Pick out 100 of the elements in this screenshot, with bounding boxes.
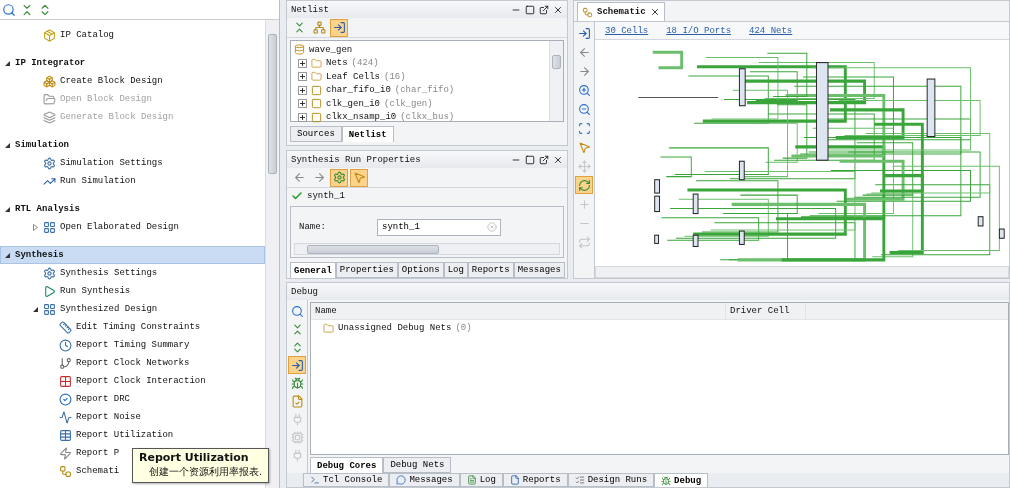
section-title: RTL Analysis (15, 204, 80, 214)
nav-item[interactable]: Report Clock Networks (76, 358, 190, 368)
scrollbar[interactable] (265, 20, 279, 488)
tab[interactable]: Reports (502, 473, 568, 487)
tab[interactable]: Debug Nets (383, 457, 452, 473)
expand-arrow-icon[interactable] (3, 251, 11, 259)
section-title: Synthesis (15, 250, 64, 260)
expand-icon[interactable] (298, 72, 307, 82)
tab[interactable]: Properties (335, 262, 398, 278)
tab[interactable]: Log (443, 262, 468, 278)
tab[interactable]: Options (397, 262, 444, 278)
expand-arrow-icon[interactable] (31, 305, 39, 313)
check-icon (291, 190, 303, 202)
maximize-icon[interactable] (525, 154, 535, 165)
layers-icon[interactable] (43, 110, 56, 124)
search-icon[interactable] (2, 2, 16, 17)
table-icon[interactable] (59, 428, 72, 442)
scrollbar[interactable] (595, 266, 1009, 278)
tab[interactable]: Tcl Console (303, 473, 390, 487)
scrollbar[interactable] (294, 243, 560, 255)
grid-icon[interactable] (59, 374, 72, 388)
nav-item[interactable]: Simulation Settings (60, 158, 163, 168)
tooltip-title: Report Utilization (139, 451, 250, 464)
tab[interactable]: General (290, 262, 336, 278)
expand-arrow-icon[interactable] (3, 205, 11, 213)
close-icon[interactable] (553, 154, 563, 165)
scrollbar[interactable] (549, 41, 563, 121)
design-icon[interactable] (43, 220, 56, 234)
nav-item[interactable]: Synthesis Settings (60, 268, 158, 278)
expand-icon[interactable] (298, 99, 307, 109)
link[interactable]: 424 Nets (749, 25, 793, 36)
schematic-icon (582, 6, 593, 18)
nav-item[interactable]: Report Utilization (76, 430, 174, 440)
close-icon[interactable] (649, 7, 660, 17)
nav-item[interactable]: Schemati (76, 466, 120, 476)
run-name: synth_1 (307, 191, 345, 201)
float-icon[interactable] (539, 4, 549, 15)
panel-title: Netlist (291, 4, 329, 15)
blocks-icon[interactable] (43, 74, 56, 88)
section-header[interactable]: Synthesis (0, 246, 265, 264)
tab[interactable]: Debug Cores (310, 457, 384, 473)
name-field[interactable]: synth_1 (377, 218, 501, 236)
close-icon[interactable] (553, 4, 563, 15)
expand-icon[interactable] (298, 85, 307, 95)
nav-item[interactable]: Open Elaborated Design (60, 222, 179, 232)
nav-item[interactable]: Report Timing Summary (76, 340, 190, 350)
nav-item[interactable]: Report P (76, 448, 120, 458)
link[interactable]: 18 I/O Ports (666, 25, 732, 36)
expand-arrow-icon[interactable] (3, 59, 11, 67)
schematic-icon[interactable] (59, 464, 72, 478)
gear-icon[interactable] (43, 266, 56, 280)
power-icon[interactable] (59, 446, 72, 460)
nav-item[interactable]: Synthesized Design (60, 304, 158, 314)
nav-item[interactable]: Run Simulation (60, 176, 136, 186)
ruler-icon[interactable] (59, 320, 72, 334)
gear-icon[interactable] (43, 156, 56, 170)
tree-item[interactable]: Nets (326, 58, 348, 69)
waveform-icon[interactable] (59, 410, 72, 424)
list-icon (574, 475, 585, 485)
check-icon[interactable] (59, 392, 72, 406)
column-header[interactable]: Name (311, 303, 726, 319)
collapse-icon[interactable] (20, 2, 34, 17)
tab[interactable]: Schematic (577, 2, 665, 21)
network-icon[interactable] (59, 356, 72, 370)
tab-title: Schematic (597, 7, 646, 17)
nav-item[interactable]: Report DRC (76, 394, 130, 404)
package-icon[interactable] (43, 28, 56, 42)
clock-icon[interactable] (59, 338, 72, 352)
field-label: Name: (299, 222, 327, 232)
expand-icon[interactable] (298, 112, 307, 122)
float-icon[interactable] (539, 154, 549, 165)
nav-item[interactable]: Create Block Design (60, 76, 163, 86)
tab[interactable]: Netlist (341, 126, 394, 142)
tree-item[interactable]: Unassigned Debug Nets (338, 323, 452, 333)
folder-icon[interactable] (43, 92, 56, 106)
tree-item[interactable]: char_fifo_i0 (326, 85, 391, 96)
tab[interactable]: Reports (467, 262, 514, 278)
nav-item[interactable]: Report Clock Interaction (76, 376, 206, 386)
nav-item[interactable]: Edit Timing Constraints (76, 322, 201, 332)
column-header[interactable]: Driver Cell (726, 303, 806, 319)
tab[interactable]: Debug (654, 473, 709, 487)
maximize-icon[interactable] (525, 4, 535, 15)
nav-item[interactable]: IP Catalog (60, 30, 114, 40)
tab[interactable]: Log (459, 473, 503, 487)
tree-item[interactable]: Leaf Cells (326, 71, 380, 82)
link[interactable]: 30 Cells (605, 25, 649, 36)
item-count: (char_fifo) (394, 85, 455, 96)
nav-item[interactable]: Run Synthesis (60, 286, 131, 296)
expand-icon[interactable] (298, 58, 307, 68)
tree-item[interactable]: clkx_nsamp_i0 (326, 112, 397, 123)
tab[interactable]: Sources (290, 126, 342, 142)
tab[interactable]: Messages (389, 473, 460, 487)
tree-item[interactable]: wave_gen (309, 44, 353, 55)
expand-arrow-icon[interactable] (3, 141, 11, 149)
tree-item[interactable]: clk_gen_i0 (326, 98, 380, 109)
tab[interactable]: Design Runs (567, 473, 655, 487)
play-icon[interactable] (43, 284, 56, 298)
tab[interactable]: Messages (513, 262, 565, 278)
nav-item[interactable]: Report Noise (76, 412, 141, 422)
design-icon[interactable] (43, 302, 56, 316)
